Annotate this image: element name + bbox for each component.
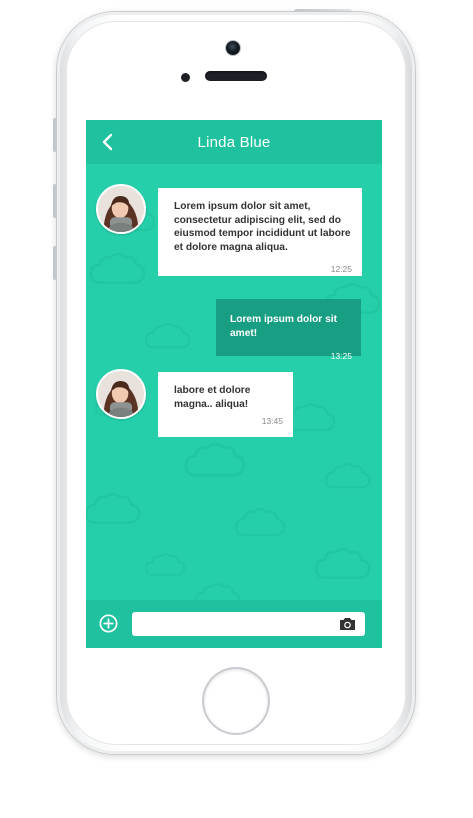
chat-header: Linda Blue [86, 120, 382, 164]
chat-screen: Linda Blue Lorem ipsum dolor sit amet, c… [86, 120, 382, 648]
message-time: 12:25 [330, 264, 352, 275]
message-text: labore et dolore magna.. aliqua! [174, 385, 251, 410]
front-camera [226, 41, 240, 55]
message-bubble-incoming: labore et dolore magna.. aliqua! 13:45 [158, 372, 293, 437]
chevron-left-icon[interactable] [98, 132, 118, 152]
home-button[interactable] [204, 669, 268, 733]
earpiece-speaker [205, 71, 267, 81]
message-input[interactable] [132, 612, 365, 636]
message-text: Lorem ipsum dolor sit amet, consectetur … [174, 201, 351, 253]
contact-avatar[interactable] [96, 184, 146, 234]
message-list: Lorem ipsum dolor sit amet, consectetur … [86, 164, 382, 600]
message-time: 13:45 [261, 416, 283, 427]
message-text: Lorem ipsum dolor sit amet! [230, 314, 337, 339]
plus-circle-icon[interactable] [99, 614, 118, 633]
camera-icon[interactable] [339, 616, 356, 631]
proximity-sensor [181, 73, 190, 82]
message-bubble-outgoing: Lorem ipsum dolor sit amet! 13:25 [216, 299, 361, 361]
contact-name: Linda Blue [197, 133, 271, 151]
message-bubble-incoming: Lorem ipsum dolor sit amet, consectetur … [158, 188, 362, 276]
message-time: 13:25 [330, 351, 352, 362]
contact-avatar[interactable] [96, 369, 146, 419]
